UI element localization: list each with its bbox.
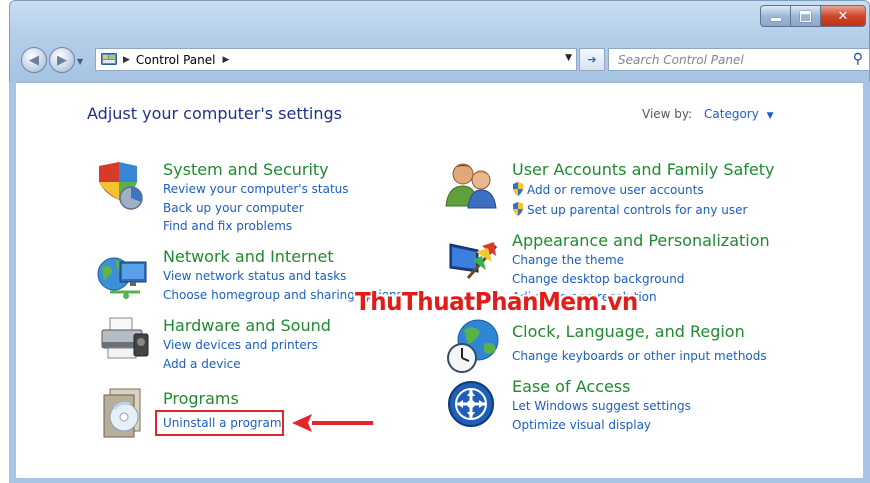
close-button[interactable]: ✕ [820,5,866,27]
watermark: ThuThuatPhanMem.vn [355,287,638,316]
maximize-icon [800,10,811,22]
pointer-arrow-icon [292,414,373,432]
view-by-label: View by: [642,107,693,121]
link-find-fix[interactable]: Find and fix problems [163,219,292,233]
refresh-icon: ➔ [587,53,597,66]
search-placeholder: Search Control Panel [618,52,744,67]
network-icon [97,257,147,299]
category-clock-language[interactable]: Clock, Language, and Region [512,322,745,341]
link-network-status[interactable]: View network status and tasks [163,269,346,283]
minimize-icon [770,17,781,21]
breadcrumb-control-panel[interactable]: Control Panel [136,53,216,67]
users-icon [445,163,497,209]
link-add-remove-users[interactable]: Add or remove user accounts [512,182,704,197]
link-windows-suggest[interactable]: Let Windows suggest settings [512,399,691,413]
category-network-internet[interactable]: Network and Internet [163,247,334,266]
appearance-icon [449,242,498,279]
shield-icon [99,162,143,210]
search-icon[interactable]: ⚲ [853,51,863,67]
page-title: Adjust your computer's settings [87,104,342,123]
breadcrumb-separator-end[interactable]: ▶ [223,55,230,65]
uac-shield-icon [513,182,523,196]
window-frame-right [863,82,870,483]
maximize-button[interactable] [790,5,820,27]
view-by: View by: Category ▼ [642,107,774,121]
search-input[interactable]: Search Control Panel ⚲ [608,48,870,71]
forward-icon: ▶ [57,52,67,68]
link-keyboards-input[interactable]: Change keyboards or other input methods [512,349,767,363]
link-back-up[interactable]: Back up your computer [163,201,304,215]
category-appearance[interactable]: Appearance and Personalization [512,231,770,250]
caption-buttons: ✕ [760,5,866,27]
link-parental-controls-text: Set up parental controls for any user [527,203,748,217]
category-hardware-sound[interactable]: Hardware and Sound [163,316,331,335]
uac-shield-icon [513,202,523,216]
forward-button[interactable]: ▶ [49,47,75,73]
link-optimize-display[interactable]: Optimize visual display [512,418,651,432]
address-dropdown-icon[interactable]: ▼ [565,53,572,63]
programs-icon [103,388,141,438]
link-change-theme[interactable]: Change the theme [512,253,624,267]
address-bar[interactable]: ▶ Control Panel ▶ ▼ [95,48,577,71]
close-icon: ✕ [837,8,849,24]
clock-globe-icon [447,319,499,373]
back-icon: ◀ [29,52,39,68]
link-review-status[interactable]: Review your computer's status [163,182,349,196]
view-by-category-link[interactable]: Category [704,107,759,121]
minimize-button[interactable] [760,5,790,27]
category-system-security[interactable]: System and Security [163,160,329,179]
refresh-button[interactable]: ➔ [579,48,605,71]
link-add-remove-users-text: Add or remove user accounts [527,183,704,197]
link-parental-controls[interactable]: Set up parental controls for any user [512,202,747,217]
category-user-accounts[interactable]: User Accounts and Family Safety [512,160,775,179]
category-programs[interactable]: Programs [163,389,239,408]
breadcrumb-separator[interactable]: ▶ [123,55,130,65]
view-by-dropdown-icon[interactable]: ▼ [767,111,774,121]
recent-pages-dropdown[interactable]: ▼ [77,57,83,66]
printer-icon [101,317,149,359]
window-frame-left [9,82,16,483]
category-ease-of-access[interactable]: Ease of Access [512,377,630,396]
link-desktop-background[interactable]: Change desktop background [512,272,684,286]
link-devices-printers[interactable]: View devices and printers [163,338,318,352]
back-button[interactable]: ◀ [21,47,47,73]
control-panel-icon [101,52,117,65]
uninstall-highlight-box [155,410,284,436]
link-add-device[interactable]: Add a device [163,357,241,371]
ease-of-access-icon [448,381,494,427]
